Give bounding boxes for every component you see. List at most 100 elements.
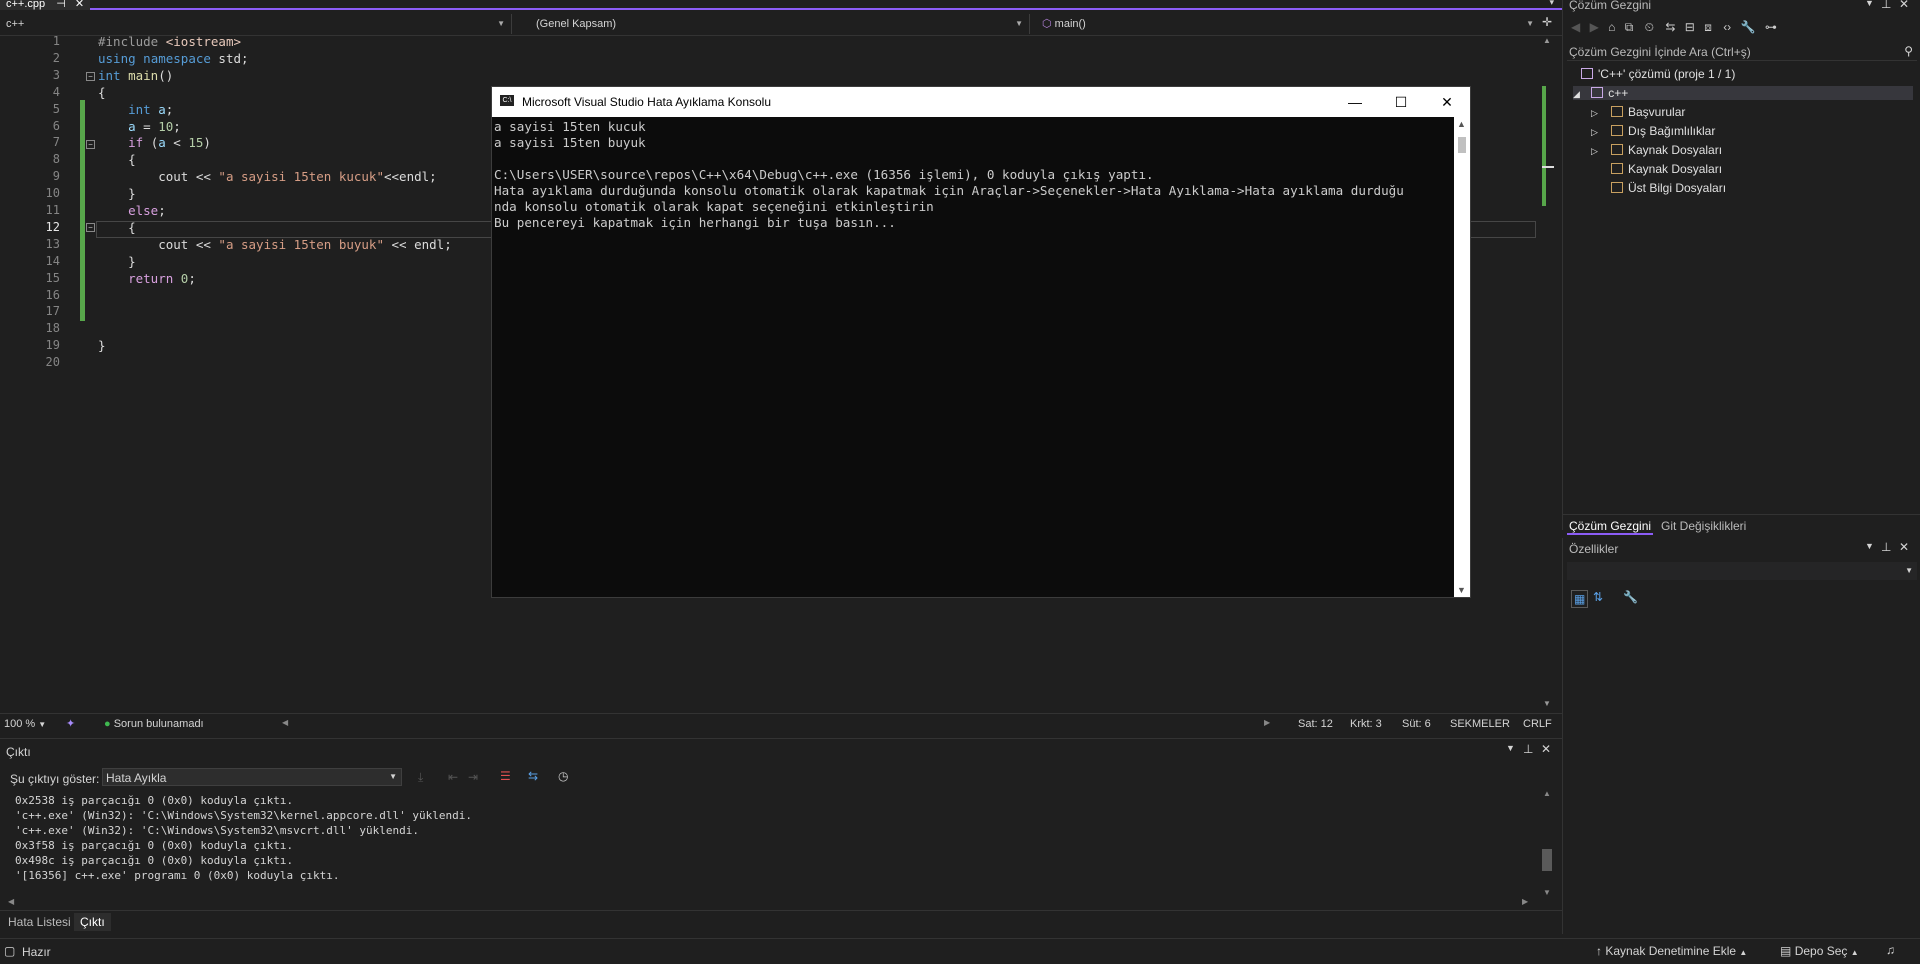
code-line[interactable]: }: [98, 186, 136, 201]
char-indicator[interactable]: Krkt: 3: [1350, 718, 1382, 730]
console-scrollbar[interactable]: ▲ ▼: [1454, 117, 1470, 597]
code-line[interactable]: if (a < 15): [98, 135, 211, 150]
previous-message-icon[interactable]: ⇤: [448, 770, 458, 784]
show-all-files-icon[interactable]: ⧈: [1704, 20, 1712, 34]
back-icon[interactable]: ◀: [1571, 20, 1580, 34]
panel-menu-icon[interactable]: ▼: [1865, 0, 1874, 8]
code-view-icon[interactable]: ‹›: [1723, 20, 1731, 34]
output-vertical-scrollbar[interactable]: ▲ ▼: [1540, 789, 1554, 897]
alphabetical-icon[interactable]: ⇅: [1593, 590, 1603, 604]
code-line[interactable]: using namespace std;: [98, 51, 249, 66]
tree-item-folder[interactable]: ▷Üst Bilgi Dosyaları: [1591, 181, 1726, 195]
pin-icon[interactable]: ⊥: [1881, 0, 1891, 11]
split-editor-icon[interactable]: ✛: [1542, 15, 1552, 29]
tree-item-folder[interactable]: ▷Kaynak Dosyaları: [1591, 143, 1722, 157]
scrollbar-thumb[interactable]: [1458, 137, 1466, 153]
scroll-left-icon[interactable]: ◀: [8, 897, 14, 906]
pin-icon[interactable]: ⊣: [56, 0, 66, 10]
tree-item-folder[interactable]: ▷Kaynak Dosyaları: [1591, 162, 1722, 176]
code-line[interactable]: {: [98, 85, 106, 100]
pin-icon[interactable]: ⊥: [1881, 540, 1891, 554]
close-icon[interactable]: ✕: [1424, 87, 1470, 117]
collapse-icon[interactable]: −: [86, 72, 95, 81]
collapse-icon[interactable]: −: [86, 223, 95, 232]
line-ending-indicator[interactable]: CRLF: [1523, 718, 1552, 730]
properties-icon[interactable]: 🔧: [1741, 20, 1756, 34]
code-line[interactable]: int main(): [98, 68, 173, 83]
code-line[interactable]: return 0;: [98, 271, 196, 286]
close-icon[interactable]: ✕: [1899, 0, 1909, 11]
code-line[interactable]: {: [98, 152, 136, 167]
collapse-icon[interactable]: −: [86, 140, 95, 149]
scroll-up-icon[interactable]: ▲: [1540, 36, 1554, 45]
preview-icon[interactable]: ⊶: [1765, 20, 1777, 34]
home-icon[interactable]: ⌂: [1608, 20, 1615, 34]
tab-git-changes[interactable]: Git Değişiklikleri: [1661, 519, 1746, 533]
output-horizontal-scrollbar[interactable]: ◀ ▶: [0, 897, 1540, 909]
scrollbar-thumb[interactable]: [1542, 849, 1552, 871]
column-indicator[interactable]: Süt: 6: [1402, 718, 1431, 730]
timestamp-icon[interactable]: ◷: [558, 769, 568, 783]
project-dropdown[interactable]: c++ ▼: [0, 14, 512, 34]
panel-menu-icon[interactable]: ▼: [1865, 541, 1874, 551]
minimize-icon[interactable]: —: [1332, 87, 1378, 117]
maximize-icon[interactable]: ☐: [1378, 87, 1424, 117]
debug-console-window[interactable]: C:\ Microsoft Visual Studio Hata Ayıklam…: [491, 86, 1471, 598]
tree-item-project[interactable]: ◢ c++: [1573, 86, 1913, 100]
close-icon[interactable]: ✕: [1899, 540, 1909, 554]
word-wrap-icon[interactable]: ⇆: [528, 769, 538, 783]
collapsed-arrow-icon[interactable]: ▷: [1591, 127, 1611, 138]
tab-error-list[interactable]: Hata Listesi: [8, 915, 71, 929]
collapsed-arrow-icon[interactable]: ▷: [1591, 146, 1611, 157]
categorized-icon[interactable]: ▦: [1571, 590, 1589, 608]
scroll-down-icon[interactable]: ▼: [1540, 699, 1554, 708]
property-pages-icon[interactable]: 🔧: [1623, 590, 1638, 604]
code-line[interactable]: else;: [98, 203, 166, 218]
scroll-right-icon[interactable]: ▶: [1264, 718, 1270, 727]
close-icon[interactable]: ✕: [1541, 742, 1551, 756]
forward-icon[interactable]: ▶: [1590, 20, 1599, 34]
tree-item-folder[interactable]: ▷ Başvurular: [1591, 105, 1685, 119]
close-icon[interactable]: ✕: [75, 0, 84, 10]
tree-item-solution[interactable]: 'C++' çözümü (proje 1 / 1): [1581, 67, 1735, 81]
scroll-down-icon[interactable]: ▼: [1540, 888, 1554, 897]
scroll-up-icon[interactable]: ▲: [1457, 119, 1466, 129]
code-line[interactable]: #include <iostream>: [98, 36, 241, 49]
line-indicator[interactable]: Sat: 12: [1298, 718, 1333, 730]
tree-item-folder[interactable]: ▷ Dış Bağımlılıklar: [1591, 124, 1715, 138]
scroll-right-icon[interactable]: ▶: [1522, 897, 1528, 906]
output-source-dropdown[interactable]: Hata Ayıkla ▼: [102, 768, 402, 786]
collapsed-arrow-icon[interactable]: ▷: [1591, 108, 1611, 119]
pending-changes-filter-icon[interactable]: ⏲: [1645, 20, 1654, 34]
collapse-all-icon[interactable]: ⊟: [1685, 20, 1695, 34]
next-message-icon[interactable]: ⇥: [468, 770, 478, 784]
tab-output[interactable]: Çıktı: [74, 913, 111, 931]
solution-search-input[interactable]: Çözüm Gezgini İçinde Ara (Ctrl+ş) ⚲: [1567, 43, 1917, 61]
add-source-control-button[interactable]: ↑ Kaynak Denetimine Ekle ▲: [1596, 944, 1747, 958]
zoom-dropdown[interactable]: 100 % ▼: [4, 718, 64, 730]
issues-indicator[interactable]: ● Sorun bulunamadı: [104, 718, 204, 730]
scope-dropdown[interactable]: (Genel Kapsam) ▼: [520, 14, 1030, 34]
editor-vertical-scrollbar[interactable]: ▲ ▼: [1540, 36, 1554, 708]
properties-object-dropdown[interactable]: ▼: [1567, 562, 1917, 580]
intellicode-icon[interactable]: ✦: [66, 717, 75, 730]
code-line[interactable]: int a;: [98, 102, 173, 117]
notification-bell-icon[interactable]: ♫: [1886, 943, 1895, 957]
code-line[interactable]: cout << "a sayisi 15ten kucuk"<<endl;: [98, 169, 436, 184]
code-line[interactable]: a = 10;: [98, 119, 181, 134]
pin-icon[interactable]: ⊥: [1523, 742, 1533, 756]
tab-overflow-icon[interactable]: ▾: [1549, 0, 1554, 8]
panel-menu-icon[interactable]: ▼: [1506, 743, 1515, 753]
sync-icon[interactable]: ⇆: [1665, 20, 1675, 34]
search-icon[interactable]: ⚲: [1904, 44, 1913, 58]
scroll-up-icon[interactable]: ▲: [1540, 789, 1554, 798]
scroll-left-icon[interactable]: ◀: [282, 718, 288, 727]
select-repository-button[interactable]: ▤ Depo Seç ▲: [1780, 944, 1859, 958]
clear-all-icon[interactable]: ☰: [500, 769, 511, 783]
console-titlebar[interactable]: C:\ Microsoft Visual Studio Hata Ayıklam…: [492, 87, 1470, 117]
scroll-down-icon[interactable]: ▼: [1457, 585, 1466, 595]
switch-views-icon[interactable]: ⧉: [1625, 20, 1634, 34]
find-message-icon[interactable]: ⤓: [418, 770, 423, 785]
code-line[interactable]: }: [98, 338, 106, 353]
tab-solution-explorer[interactable]: Çözüm Gezgini: [1567, 519, 1654, 535]
